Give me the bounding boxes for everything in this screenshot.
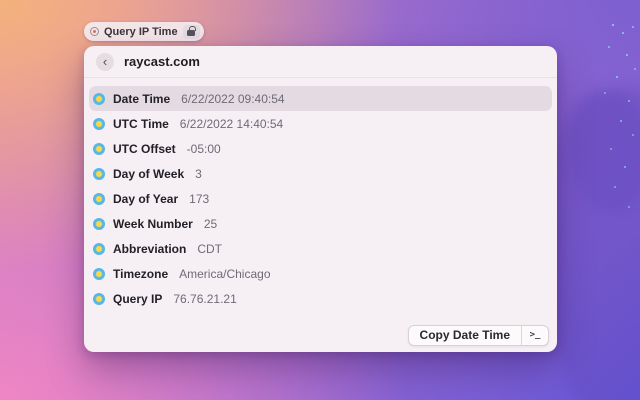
raycast-window: ‹ raycast.com Date Time 6/22/2022 09:40:… <box>84 46 557 352</box>
back-button[interactable]: ‹ <box>96 52 114 71</box>
globe-sun-icon <box>93 242 105 255</box>
list-item[interactable]: Day of Year 173 <box>89 186 552 211</box>
terminal-button[interactable]: >_ <box>522 326 548 345</box>
globe-sun-icon <box>93 217 105 230</box>
list-item-label: Timezone <box>113 266 169 281</box>
globe-sun-icon <box>93 92 105 105</box>
list-item[interactable]: Timezone America/Chicago <box>89 261 552 286</box>
globe-sun-icon <box>93 117 105 130</box>
search-bar: ‹ raycast.com <box>84 46 557 78</box>
list-item[interactable]: Day of Week 3 <box>89 161 552 186</box>
search-input[interactable]: raycast.com <box>124 54 200 69</box>
command-title: Query IP Time <box>104 25 178 38</box>
list-item-label: Day of Week <box>113 166 185 181</box>
list-item-value: 76.76.21.21 <box>173 291 237 306</box>
list-item-value: -05:00 <box>186 141 221 156</box>
terminal-icon: >_ <box>529 330 541 340</box>
list-item-label: Week Number <box>113 216 193 231</box>
globe-sun-icon <box>93 142 105 155</box>
list-item[interactable]: Query IP 76.76.21.21 <box>89 286 552 311</box>
list-item[interactable]: Abbreviation CDT <box>89 236 552 261</box>
lock-icon <box>187 26 196 36</box>
list-item-label: Abbreviation <box>113 241 187 256</box>
list-item-label: Date Time <box>113 91 171 106</box>
copy-date-time-button[interactable]: Copy Date Time <box>409 326 521 345</box>
wallpaper-dots <box>612 24 614 26</box>
globe-sun-icon <box>93 292 105 305</box>
list-item-label: Query IP <box>113 291 163 306</box>
lock-badge <box>182 24 200 39</box>
action-group: Copy Date Time >_ <box>407 324 549 346</box>
list-item-value: 25 <box>203 216 218 231</box>
list-item-value: CDT <box>197 241 223 256</box>
list-item-value: America/Chicago <box>179 266 271 281</box>
list-item-label: Day of Year <box>113 191 179 206</box>
globe-sun-icon <box>93 267 105 280</box>
list-item-label: UTC Offset <box>113 141 176 156</box>
list-item[interactable]: UTC Time 6/22/2022 14:40:54 <box>89 111 552 136</box>
list-item[interactable]: Week Number 25 <box>89 211 552 236</box>
list-item[interactable]: UTC Offset -05:00 <box>89 136 552 161</box>
list-item-value: 3 <box>195 166 202 181</box>
list-item-value: 6/22/2022 09:40:54 <box>181 91 285 106</box>
back-chevron-icon: ‹ <box>102 53 108 69</box>
command-icon <box>90 27 99 36</box>
list-item-label: UTC Time <box>113 116 169 131</box>
list-item[interactable]: Date Time 6/22/2022 09:40:54 <box>89 86 552 111</box>
command-pill[interactable]: Query IP Time <box>84 22 204 41</box>
globe-sun-icon <box>93 192 105 205</box>
action-bar: Copy Date Time >_ <box>84 318 557 352</box>
globe-sun-icon <box>93 167 105 180</box>
result-list: Date Time 6/22/2022 09:40:54 UTC Time 6/… <box>84 78 557 311</box>
list-item-value: 173 <box>189 191 210 206</box>
list-item-value: 6/22/2022 14:40:54 <box>179 116 284 131</box>
